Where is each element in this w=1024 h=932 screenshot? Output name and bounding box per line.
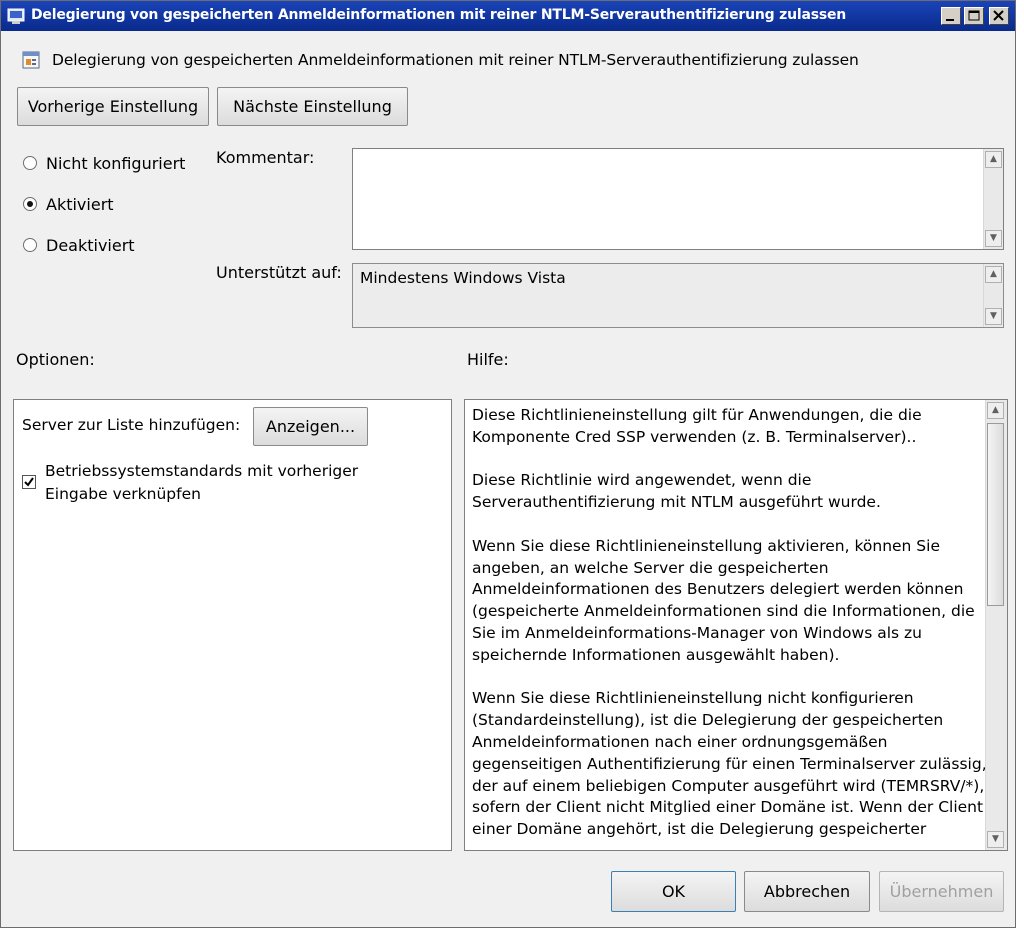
previous-setting-button[interactable]: Vorherige Einstellung bbox=[17, 87, 209, 126]
checkbox-label-line1[interactable]: Betriebssystemstandards mit vorheriger bbox=[45, 462, 358, 480]
radio-label-not-configured[interactable]: Nicht konfiguriert bbox=[46, 154, 185, 173]
scroll-thumb[interactable] bbox=[987, 423, 1004, 606]
policy-icon bbox=[7, 8, 25, 24]
help-paragraph: Diese Richtlinie wird angewendet, wenn d… bbox=[472, 470, 977, 514]
close-icon[interactable] bbox=[989, 7, 1009, 25]
supported-on-label: Unterstützt auf: bbox=[216, 263, 342, 282]
scroll-down-icon[interactable]: ▼ bbox=[985, 308, 1002, 325]
help-line: sofern der Client nicht Mitglied einer D… bbox=[472, 798, 984, 817]
help-line: Komponente Cred SSP verwenden (z. B. Ter… bbox=[472, 427, 917, 446]
server-list-label: Server zur Liste hinzufügen: bbox=[22, 416, 241, 434]
help-paragraph: Diese Richtlinieneinstellung gilt für An… bbox=[472, 405, 977, 449]
radio-button-disabled[interactable] bbox=[23, 238, 37, 252]
window-title: Delegierung von gespeicherten Anmeldeinf… bbox=[31, 7, 847, 23]
supported-on-field: Mindestens Windows Vista ▲ ▼ bbox=[352, 263, 1004, 328]
help-line: einer Domäne angehört, ist die Delegieru… bbox=[472, 820, 927, 839]
help-line: Wenn Sie diese Richtlinieneinstellung ni… bbox=[472, 689, 914, 708]
help-line: Anmeldeinformationen des Benutzers deleg… bbox=[472, 580, 964, 599]
help-line: (Standardeinstellung), ist die Delegieru… bbox=[472, 711, 944, 730]
radio-label-enabled[interactable]: Aktiviert bbox=[46, 195, 114, 214]
help-line: speichernde Informationen ausgewählt hab… bbox=[472, 645, 840, 664]
supported-scrollbar[interactable]: ▲ ▼ bbox=[983, 264, 1003, 327]
checkbox-box[interactable] bbox=[22, 475, 36, 489]
help-paragraph: Wenn Sie diese Richtlinieneinstellung ni… bbox=[472, 688, 987, 841]
help-panel: Diese Richtlinieneinstellung gilt für An… bbox=[464, 399, 1008, 851]
options-panel: Server zur Liste hinzufügen: Anzeigen...… bbox=[13, 399, 452, 851]
scroll-down-icon[interactable]: ▼ bbox=[985, 230, 1002, 247]
help-line: Diese Richtlinie wird angewendet, wenn d… bbox=[472, 471, 812, 490]
next-setting-button[interactable]: Nächste Einstellung bbox=[217, 87, 408, 126]
help-line: Anmeldeinformationen nach einer ordnungs… bbox=[472, 732, 888, 751]
help-line: gegenseitigen Authentifizierung für eine… bbox=[472, 754, 987, 773]
checkbox-label-line2[interactable]: Eingabe verknüpfen bbox=[45, 485, 201, 503]
options-heading: Optionen: bbox=[16, 350, 95, 369]
apply-button[interactable]: Übernehmen bbox=[879, 871, 1004, 912]
help-line: der auf einem beliebigen Computer ausgef… bbox=[472, 776, 985, 795]
radio-selected-dot bbox=[27, 201, 33, 207]
help-line: Diese Richtlinieneinstellung gilt für An… bbox=[472, 406, 922, 424]
cancel-button[interactable]: Abbrechen bbox=[744, 871, 870, 912]
checkmark-icon bbox=[24, 477, 34, 487]
policy-title: Delegierung von gespeicherten Anmeldeinf… bbox=[52, 51, 859, 69]
help-line: Serverauthentifizierung mit NTLM ausgefü… bbox=[472, 493, 881, 512]
help-text: Diese Richtlinieneinstellung gilt für An… bbox=[472, 405, 987, 850]
scroll-up-icon[interactable]: ▲ bbox=[987, 402, 1004, 419]
supported-on-value: Mindestens Windows Vista bbox=[360, 269, 566, 287]
radio-label-disabled[interactable]: Deaktiviert bbox=[46, 236, 135, 255]
help-heading: Hilfe: bbox=[467, 350, 509, 369]
help-line: (gespeicherte Anmeldeinformationen sind … bbox=[472, 602, 975, 621]
title-bar[interactable]: Delegierung von gespeicherten Anmeldeinf… bbox=[1, 1, 1015, 31]
radio-button-not-configured[interactable] bbox=[23, 156, 37, 170]
comment-textarea[interactable]: ▲ ▼ bbox=[352, 148, 1004, 250]
scroll-up-icon[interactable]: ▲ bbox=[985, 266, 1002, 283]
help-scrollbar[interactable]: ▲ ▼ bbox=[985, 400, 1007, 850]
radio-button-enabled[interactable] bbox=[23, 197, 37, 211]
minimize-icon[interactable] bbox=[941, 7, 961, 25]
maximize-icon[interactable] bbox=[964, 7, 984, 25]
help-line: angeben, an welche Server die gespeicher… bbox=[472, 558, 829, 577]
policy-setting-icon bbox=[22, 51, 40, 69]
ok-button[interactable]: OK bbox=[611, 871, 736, 912]
comment-scrollbar[interactable]: ▲ ▼ bbox=[983, 149, 1003, 249]
policy-dialog-window: Delegierung von gespeicherten Anmeldeinf… bbox=[0, 0, 1016, 928]
comment-label: Kommentar: bbox=[216, 148, 315, 167]
help-line: Wenn Sie diese Richtlinieneinstellung ak… bbox=[472, 536, 940, 555]
scroll-down-icon[interactable]: ▼ bbox=[987, 831, 1004, 848]
help-line: Sie im Anmeldeinformations-Manager von W… bbox=[472, 623, 922, 642]
show-servers-button[interactable]: Anzeigen... bbox=[253, 407, 368, 446]
scroll-up-icon[interactable]: ▲ bbox=[985, 151, 1002, 168]
help-paragraph: Wenn Sie diese Richtlinieneinstellung ak… bbox=[472, 536, 977, 667]
